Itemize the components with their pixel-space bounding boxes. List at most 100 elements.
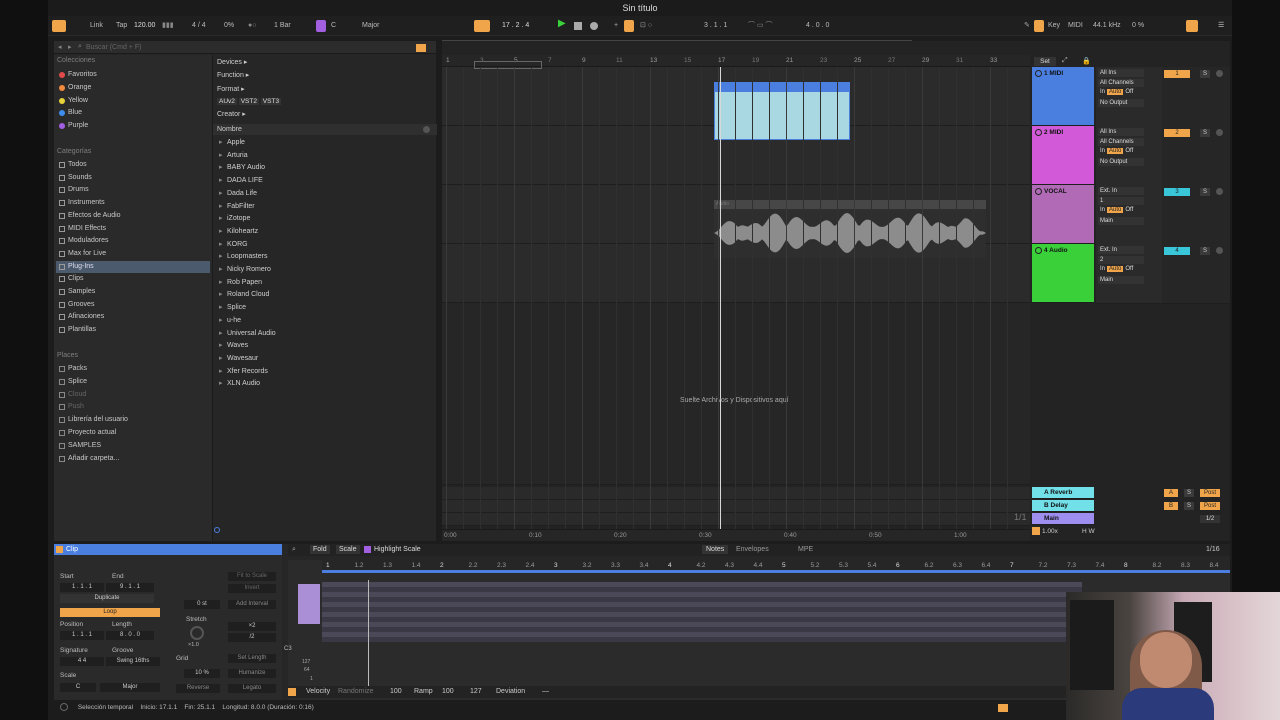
collection-purple[interactable]: Purple	[56, 120, 210, 132]
back-icon[interactable]: ◂	[58, 43, 62, 51]
output-select[interactable]: No Output	[1098, 99, 1144, 107]
key-root-select[interactable]: C	[331, 20, 336, 32]
quantize-select[interactable]: 1 Bar	[274, 20, 291, 32]
place-samples[interactable]: SAMPLES	[56, 440, 210, 452]
fit-to-scale-button[interactable]: Fit to Scale	[228, 572, 276, 581]
search-input[interactable]: Buscar (Cmd + F)	[86, 44, 141, 51]
position-field[interactable]: 1 . 1 . 1	[60, 631, 104, 640]
vendor-folder[interactable]: Arturia	[219, 150, 248, 163]
place-cloud[interactable]: Cloud	[56, 389, 210, 401]
randomize-button[interactable]: Randomize	[338, 688, 373, 695]
automation-arm-icon[interactable]	[624, 20, 634, 32]
key-row[interactable]	[322, 637, 1082, 642]
tab-envelopes[interactable]: Envelopes	[736, 546, 769, 553]
return-post[interactable]: Post	[1200, 502, 1220, 510]
vendor-folder[interactable]: Loopmasters	[219, 251, 267, 264]
key-map-icon[interactable]	[1034, 20, 1044, 32]
record-icon[interactable]	[590, 22, 598, 30]
track-header-1[interactable]: 1 MIDI	[1032, 67, 1094, 126]
grid-label[interactable]: Grid	[176, 655, 188, 662]
filter-format[interactable]: Format ▸	[217, 84, 245, 96]
vendor-folder[interactable]: u-he	[219, 315, 241, 328]
list-header[interactable]: Nombre	[213, 124, 437, 135]
song-position[interactable]: 17 . 2 . 4	[502, 20, 529, 32]
stop-icon[interactable]	[574, 22, 582, 30]
input-type-select[interactable]: All Ins	[1098, 128, 1144, 136]
sidebar-item-grooves[interactable]: Grooves	[56, 299, 210, 311]
tag-auv2[interactable]: AUv2	[217, 98, 237, 105]
metronome-bars-icon[interactable]: ▮▮▮	[162, 20, 174, 32]
status-help-icon[interactable]	[60, 703, 68, 712]
return-post[interactable]: 1/2	[1200, 515, 1220, 523]
return-header-3[interactable]: Main	[1032, 513, 1094, 525]
tab-mpe[interactable]: MPE	[798, 546, 813, 553]
track-number[interactable]: 1	[1164, 70, 1190, 78]
grid-value[interactable]: 1/16	[1206, 546, 1220, 553]
clip-title-bar[interactable]: Clip	[54, 544, 282, 555]
filter-devices[interactable]: Devices ▸	[217, 57, 247, 69]
vendor-folder[interactable]: Wavesaur	[219, 353, 258, 366]
draw-mode-icon[interactable]: ✎	[1024, 20, 1030, 32]
loop-bar[interactable]	[322, 570, 1230, 573]
vendor-folder[interactable]: FabFilter	[219, 201, 255, 214]
fold-button[interactable]: Fold	[310, 545, 330, 554]
legato-button[interactable]: Legato	[228, 684, 276, 693]
set-button[interactable]: Set	[1034, 57, 1056, 66]
double-button[interactable]: ×2	[228, 622, 276, 631]
vendor-folder[interactable]: BABY Audio	[219, 162, 265, 175]
velocity-lane-icon[interactable]	[288, 688, 296, 696]
scale-select[interactable]: Major	[362, 20, 380, 32]
h-button[interactable]: H W	[1082, 528, 1095, 535]
input-type-select[interactable]: Ext. In	[1098, 246, 1144, 254]
scale-mode-icon[interactable]	[316, 20, 326, 32]
vendor-folder[interactable]: XLN Audio	[219, 378, 260, 391]
monitor-switch[interactable]: In Auto Off	[1098, 266, 1135, 272]
filter-icon[interactable]	[416, 44, 426, 52]
loop-button[interactable]: Loop	[60, 608, 160, 617]
solo-button[interactable]: S	[1200, 129, 1210, 137]
monitor-in[interactable]: In	[1098, 266, 1107, 272]
key-map-button[interactable]: Key	[1048, 20, 1060, 32]
return-name[interactable]: A Reverb	[1044, 489, 1072, 496]
menu-icon[interactable]: ☰	[1218, 20, 1224, 32]
start-field[interactable]: 1 . 1 . 1	[60, 583, 104, 592]
sidebar-item-samples[interactable]: Samples	[56, 286, 210, 298]
monitor-switch[interactable]: In Auto Off	[1098, 89, 1135, 95]
vendor-folder[interactable]: Apple	[219, 137, 245, 150]
track-name[interactable]: 2 MIDI	[1044, 129, 1063, 136]
length-field[interactable]: 8 . 0 . 0	[106, 631, 154, 640]
return-header-1[interactable]: A Reverb	[1032, 487, 1094, 499]
play-icon[interactable]: ▶	[558, 18, 566, 30]
vendor-folder[interactable]: Waves	[219, 340, 248, 353]
sidebar-item-sounds[interactable]: Sounds	[56, 172, 210, 184]
vendor-folder[interactable]: DADA LIFE	[219, 175, 263, 188]
humanize-amount[interactable]: 10 %	[184, 669, 220, 678]
arm-icon[interactable]	[1216, 129, 1223, 136]
return-name[interactable]: B Delay	[1044, 502, 1068, 509]
vendor-folder[interactable]: Kiloheartz	[219, 226, 258, 239]
expand-icon[interactable]: ⤢	[1062, 57, 1068, 65]
track-number[interactable]: 2	[1164, 129, 1190, 137]
monitor-off[interactable]: Off	[1123, 207, 1135, 213]
collection-orange[interactable]: Orange	[56, 82, 210, 94]
solo-button[interactable]: S	[1200, 70, 1210, 78]
solo-button[interactable]: S	[1200, 247, 1210, 255]
overdub-icon[interactable]: +	[614, 20, 618, 32]
tab-notes[interactable]: Notes	[702, 545, 729, 554]
velocity-value[interactable]: 100	[390, 688, 402, 695]
ramp-label[interactable]: Ramp	[414, 688, 433, 695]
return-name[interactable]: Main	[1044, 515, 1059, 522]
solo-button[interactable]: S	[1184, 502, 1194, 510]
sidebar-item-todos[interactable]: Todos	[56, 159, 210, 171]
place-packs[interactable]: Packs	[56, 363, 210, 375]
clip-activator-icon[interactable]	[56, 546, 63, 553]
forward-icon[interactable]: ▸	[68, 43, 72, 51]
input-type-select[interactable]: Ext. In	[1098, 187, 1144, 195]
vendor-folder[interactable]: iZotope	[219, 213, 250, 226]
place-a-adir-carpeta-[interactable]: Añadir carpeta...	[56, 453, 210, 465]
output-select[interactable]: Main	[1098, 276, 1144, 284]
midi-map-button[interactable]: MIDI	[1068, 20, 1083, 32]
input-channel-select[interactable]: 2	[1098, 256, 1144, 264]
vendor-folder[interactable]: KORG	[219, 239, 248, 252]
monitor-in[interactable]: In	[1098, 207, 1107, 213]
